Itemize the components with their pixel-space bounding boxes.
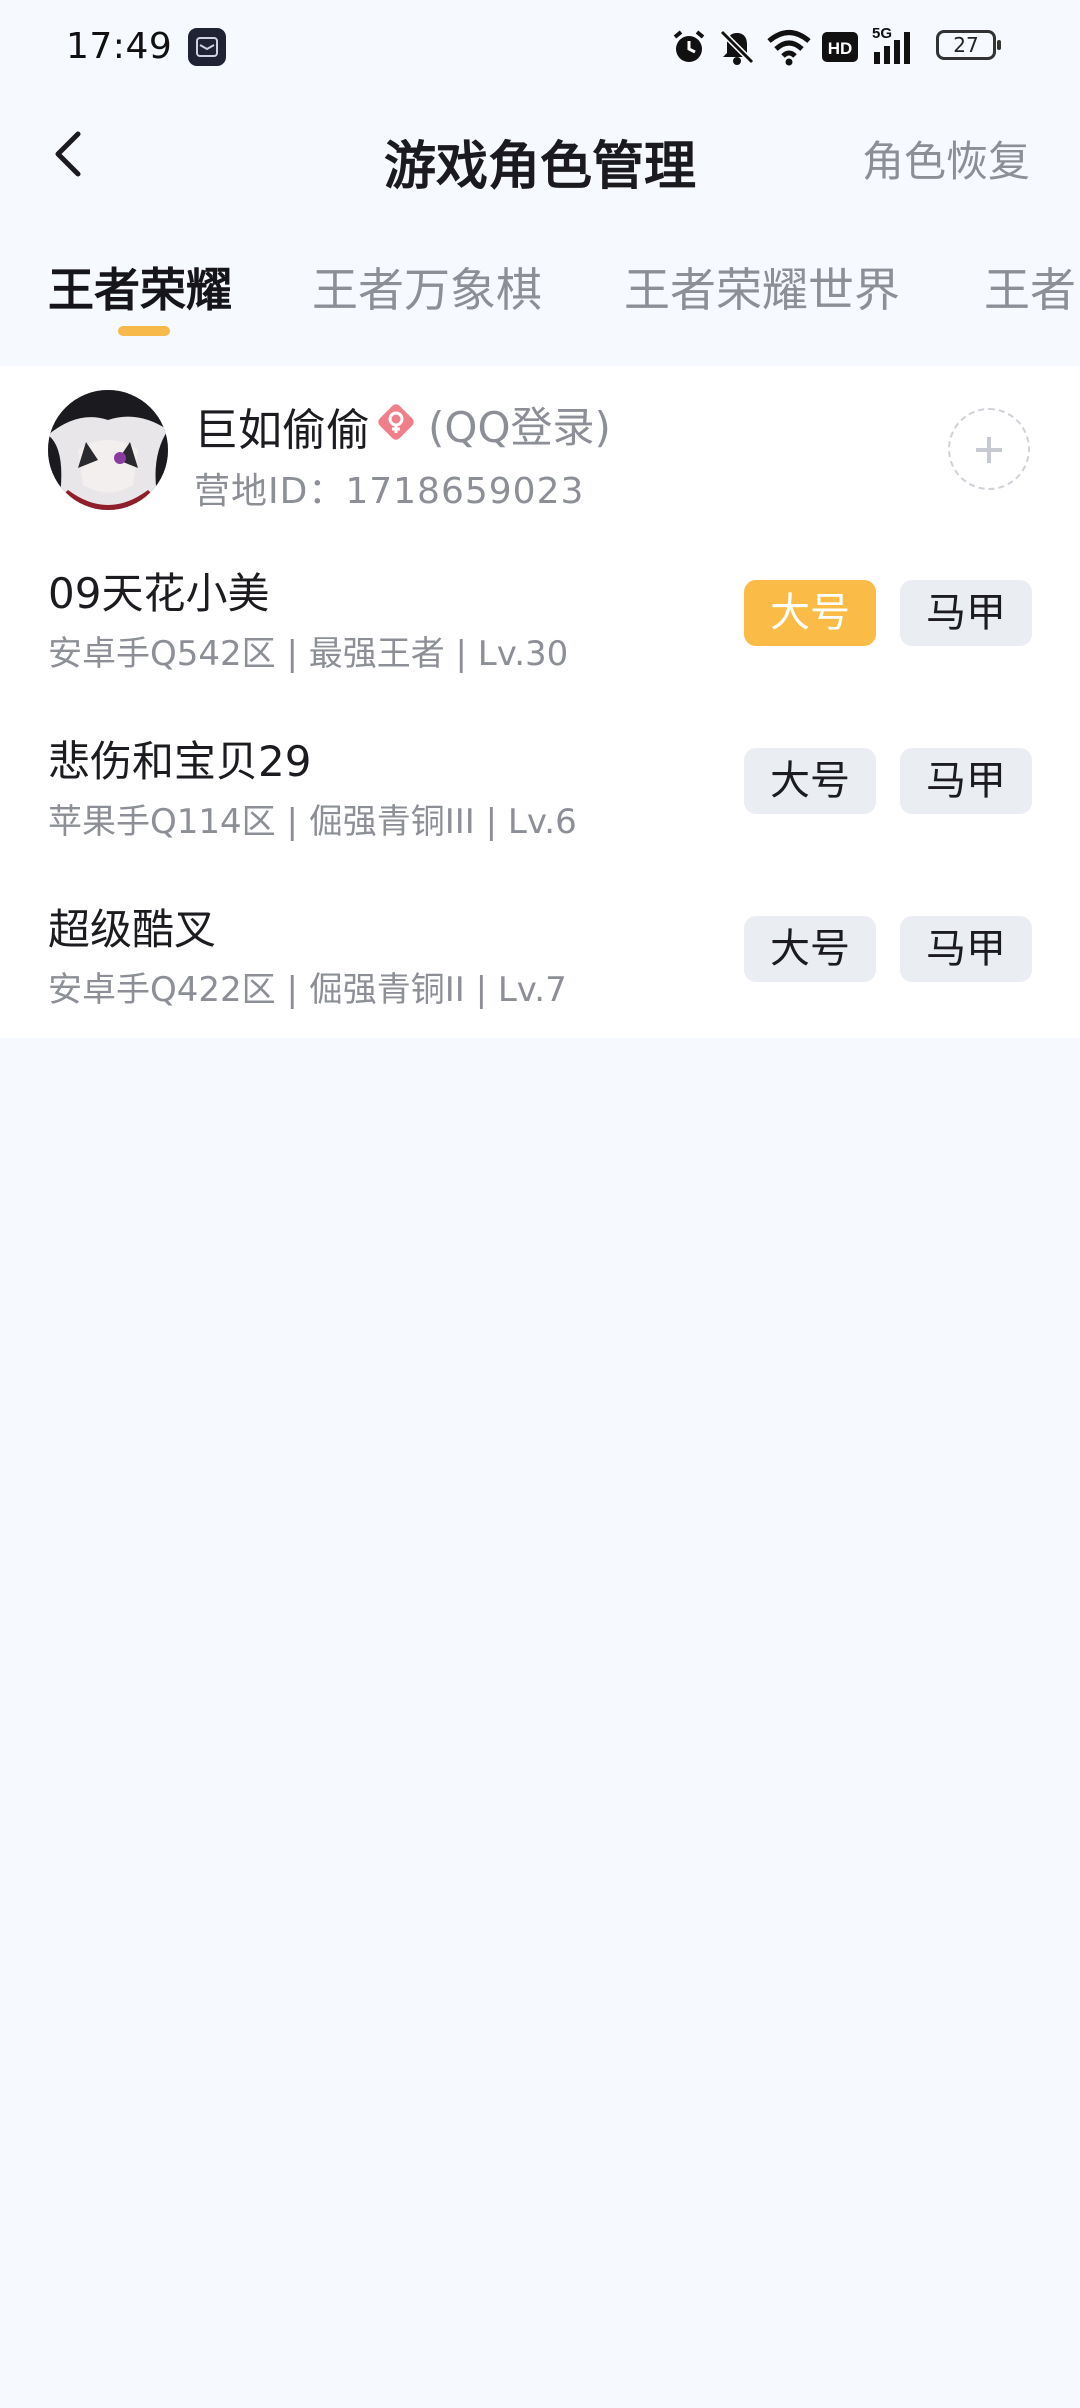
alt-account-button[interactable]: 马甲	[900, 748, 1032, 814]
status-bar: 17:49 HD 5G 27	[0, 0, 1080, 96]
tab-honor-of-kings-chess[interactable]: 王者万象棋	[312, 254, 542, 320]
hd-label: HD	[828, 39, 853, 58]
active-tab-indicator	[118, 326, 170, 336]
account-card: 巨如偷偷 (QQ登录) 营地ID：1718659023 09天花小美 安卓手Q5…	[0, 366, 1080, 1038]
camp-id: 营地ID：1718659023	[194, 471, 585, 512]
female-icon	[376, 402, 416, 446]
add-role-button[interactable]	[948, 408, 1030, 490]
role-row: 悲伤和宝贝29 苹果手Q114区 | 倔强青铜III | Lv.6 大号 马甲	[0, 728, 1080, 896]
app-notification-icon	[188, 28, 226, 66]
role-info: 苹果手Q114区 | 倔强青铜III | Lv.6	[48, 802, 577, 842]
main-account-button[interactable]: 大号	[744, 916, 876, 982]
alarm-icon	[670, 28, 708, 66]
network-label: 5G	[872, 25, 892, 42]
role-name: 09天花小美	[48, 569, 270, 618]
hd-icon: HD	[822, 32, 858, 62]
status-time: 17:49	[66, 26, 173, 67]
mute-icon	[718, 28, 756, 66]
game-tabs: 王者荣耀 王者万象棋 王者荣耀世界 王者	[0, 230, 1080, 340]
alt-account-button[interactable]: 马甲	[900, 580, 1032, 646]
role-name: 超级酷叉	[48, 905, 217, 954]
role-info: 安卓手Q542区 | 最强王者 | Lv.30	[48, 634, 569, 674]
alt-account-button[interactable]: 马甲	[900, 916, 1032, 982]
role-info: 安卓手Q422区 | 倔强青铜II | Lv.7	[48, 970, 567, 1010]
wifi-icon	[766, 28, 812, 66]
main-account-button[interactable]: 大号	[744, 748, 876, 814]
battery-level: 27	[953, 33, 979, 57]
tab-honor-of-kings-world[interactable]: 王者荣耀世界	[624, 254, 900, 320]
screen: 17:49 HD 5G 27 游戏角色管理 角色恢复 王者荣耀 王者万象棋 王者…	[0, 0, 1080, 2408]
battery-icon: 27	[936, 30, 1001, 60]
role-recover-button[interactable]: 角色恢复	[862, 128, 1030, 189]
login-type: (QQ登录)	[428, 403, 611, 452]
avatar[interactable]	[48, 390, 168, 510]
header: 游戏角色管理 角色恢复	[0, 96, 1080, 216]
account-name: 巨如偷偷	[194, 405, 370, 456]
tab-honor-of-kings-more[interactable]: 王者	[984, 254, 1076, 320]
role-row: 09天花小美 安卓手Q542区 | 最强王者 | Lv.30 大号 马甲	[0, 560, 1080, 728]
role-name: 悲伤和宝贝29	[48, 737, 312, 786]
tab-honor-of-kings[interactable]: 王者荣耀	[48, 254, 232, 320]
role-row: 超级酷叉 安卓手Q422区 | 倔强青铜II | Lv.7 大号 马甲	[0, 896, 1080, 1064]
main-account-button[interactable]: 大号	[744, 580, 876, 646]
5g-signal-icon: 5G	[872, 24, 922, 68]
